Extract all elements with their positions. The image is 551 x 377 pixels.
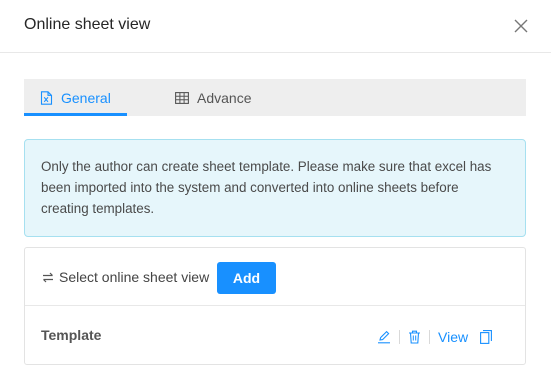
copy-icon[interactable] [480, 330, 493, 344]
dialog-header: Online sheet view [0, 0, 551, 53]
alert-text: Only the author can create sheet templat… [41, 159, 492, 216]
tab-general[interactable]: General [40, 79, 111, 116]
active-tab-indicator [24, 113, 127, 116]
online-sheet-view-dialog: Online sheet view General Advance Only t… [0, 0, 551, 377]
swap-icon [42, 272, 54, 283]
sheet-view-panel: Select online sheet view Add Template Vi… [24, 247, 526, 365]
info-alert: Only the author can create sheet templat… [24, 139, 526, 237]
delete-icon[interactable] [408, 330, 421, 344]
template-actions: View [377, 328, 493, 346]
dialog-title: Online sheet view [24, 16, 151, 33]
select-row: Select online sheet view Add [25, 248, 525, 306]
tab-bar: General Advance [24, 79, 526, 116]
template-label: Template [41, 327, 102, 343]
select-label-text: Select online sheet view [59, 269, 210, 285]
select-online-sheet-view: Select online sheet view [42, 269, 209, 285]
view-link[interactable]: View [438, 329, 468, 345]
tab-general-label: General [61, 89, 111, 106]
add-button[interactable]: Add [217, 262, 276, 294]
table-icon [175, 91, 189, 104]
excel-file-icon [40, 90, 53, 105]
action-divider [429, 330, 430, 344]
close-icon[interactable] [512, 17, 530, 35]
tab-advance[interactable]: Advance [175, 79, 251, 116]
action-divider [399, 330, 400, 344]
edit-icon[interactable] [377, 330, 391, 344]
tab-advance-label: Advance [197, 89, 252, 106]
